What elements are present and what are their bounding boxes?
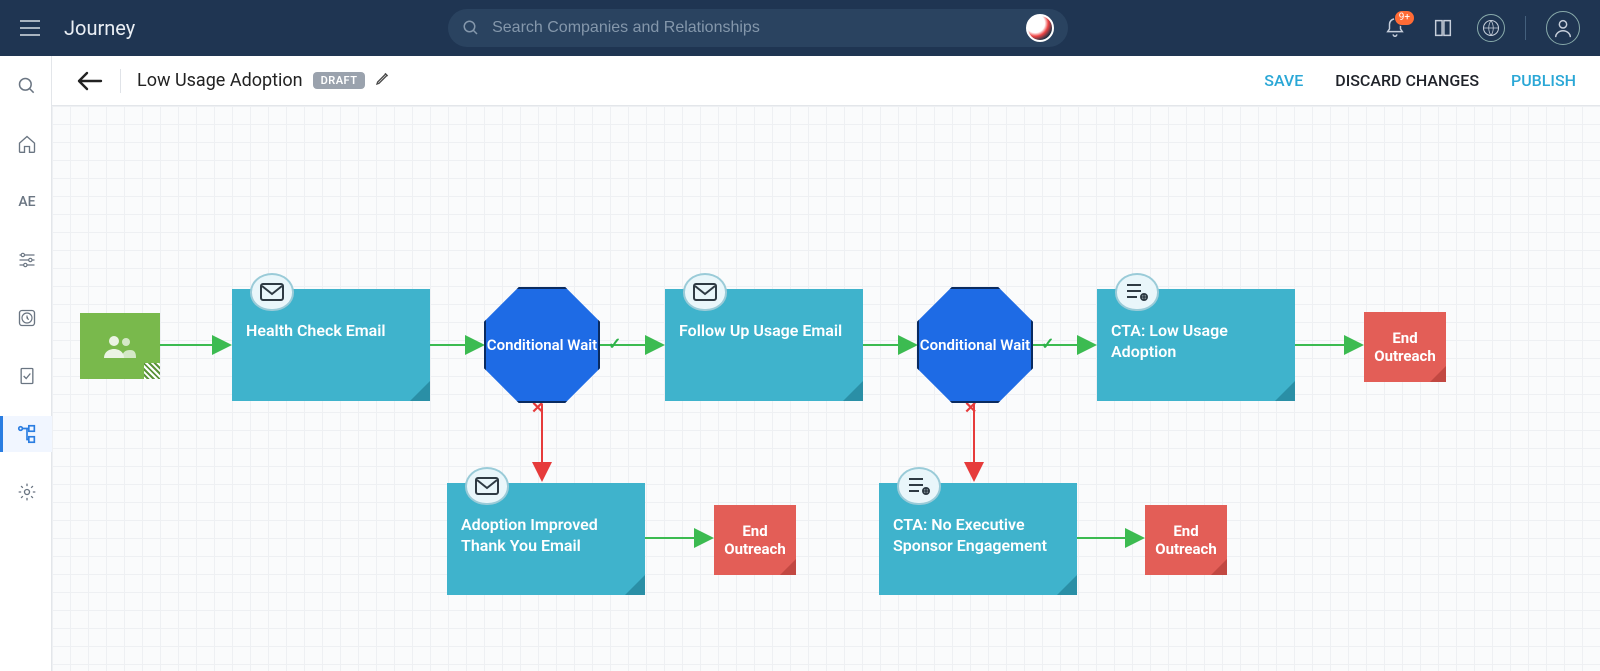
nav-home-icon[interactable] bbox=[8, 126, 44, 162]
app-title: Journey bbox=[64, 16, 135, 40]
search-container bbox=[135, 9, 1381, 47]
step-title: CTA: Low Usage Adoption bbox=[1111, 321, 1228, 361]
publish-button[interactable]: PUBLISH bbox=[1511, 71, 1576, 90]
cta-list-icon bbox=[1115, 273, 1159, 311]
discard-button[interactable]: DISCARD CHANGES bbox=[1335, 71, 1479, 90]
nav-journey-icon[interactable] bbox=[0, 416, 52, 452]
step-thank-you-email[interactable]: Adoption Improved Thank You Email bbox=[447, 483, 645, 595]
email-icon bbox=[250, 273, 294, 311]
search-icon bbox=[462, 19, 480, 37]
step-title: CTA: No Executive Sponsor Engagement bbox=[893, 515, 1047, 555]
book-icon[interactable] bbox=[1429, 14, 1457, 42]
nav-search-icon[interactable] bbox=[8, 68, 44, 104]
nav-sliders-icon[interactable] bbox=[8, 242, 44, 278]
back-arrow-icon[interactable] bbox=[76, 67, 104, 95]
journey-title-group: Low Usage Adoption DRAFT bbox=[137, 70, 391, 91]
edit-pencil-icon[interactable] bbox=[375, 70, 391, 91]
email-icon bbox=[683, 273, 727, 311]
sub-bar: Low Usage Adoption DRAFT SAVE DISCARD CH… bbox=[52, 56, 1600, 106]
end-label: End Outreach bbox=[1364, 329, 1446, 365]
email-icon bbox=[465, 467, 509, 505]
step-follow-up-email[interactable]: Follow Up Usage Email bbox=[665, 289, 863, 401]
top-bar: Journey 9+ bbox=[0, 0, 1600, 56]
content: Low Usage Adoption DRAFT SAVE DISCARD CH… bbox=[52, 56, 1600, 671]
end-label: End Outreach bbox=[714, 522, 796, 558]
nav-settings-gear-icon[interactable] bbox=[8, 474, 44, 510]
step-title: Follow Up Usage Email bbox=[679, 321, 842, 340]
status-badge: DRAFT bbox=[313, 72, 366, 89]
nav-clock-icon[interactable] bbox=[8, 300, 44, 336]
search-input[interactable] bbox=[492, 19, 1014, 37]
hamburger-menu-icon[interactable] bbox=[12, 10, 48, 46]
step-title: Health Check Email bbox=[246, 321, 386, 340]
search-avatar-icon[interactable] bbox=[1026, 14, 1054, 42]
journey-canvas[interactable]: ✓ ✕ ✓ ✕ Health Check Email Conditional W… bbox=[52, 106, 1600, 671]
end-outreach-3[interactable]: End Outreach bbox=[1145, 505, 1227, 575]
end-outreach-1[interactable]: End Outreach bbox=[1364, 312, 1446, 382]
nav-ae-item[interactable]: AE bbox=[8, 184, 44, 220]
sub-right: SAVE DISCARD CHANGES PUBLISH bbox=[1264, 71, 1576, 90]
search-box[interactable] bbox=[448, 9, 1068, 47]
start-node[interactable] bbox=[80, 313, 160, 379]
step-title: Adoption Improved Thank You Email bbox=[461, 515, 598, 555]
nav-clipboard-check-icon[interactable] bbox=[8, 358, 44, 394]
cta-list-icon bbox=[897, 467, 941, 505]
notification-badge: 9+ bbox=[1394, 10, 1415, 26]
end-label: End Outreach bbox=[1145, 522, 1227, 558]
cond-label: Conditional Wait bbox=[487, 336, 597, 354]
step-cta-no-exec-sponsor[interactable]: CTA: No Executive Sponsor Engagement bbox=[879, 483, 1077, 595]
save-button[interactable]: SAVE bbox=[1264, 71, 1303, 90]
step-health-check-email[interactable]: Health Check Email bbox=[232, 289, 430, 401]
notification-bell-icon[interactable]: 9+ bbox=[1381, 14, 1409, 42]
end-outreach-2[interactable]: End Outreach bbox=[714, 505, 796, 575]
people-icon bbox=[102, 332, 138, 360]
topbar-divider bbox=[1525, 16, 1526, 40]
topbar-right: 9+ bbox=[1381, 11, 1580, 45]
sub-left: Low Usage Adoption DRAFT bbox=[76, 67, 391, 95]
step-cta-low-usage[interactable]: CTA: Low Usage Adoption bbox=[1097, 289, 1295, 401]
left-nav: AE bbox=[0, 56, 52, 671]
user-avatar-icon[interactable] bbox=[1546, 11, 1580, 45]
sub-divider bbox=[120, 69, 121, 93]
journey-title: Low Usage Adoption bbox=[137, 70, 303, 91]
globe-icon[interactable] bbox=[1477, 14, 1505, 42]
conditional-wait-2[interactable]: Conditional Wait bbox=[917, 287, 1033, 403]
branch-yes-mark: ✓ bbox=[1041, 334, 1054, 353]
cond-label: Conditional Wait bbox=[920, 336, 1030, 354]
branch-yes-mark: ✓ bbox=[608, 334, 621, 353]
